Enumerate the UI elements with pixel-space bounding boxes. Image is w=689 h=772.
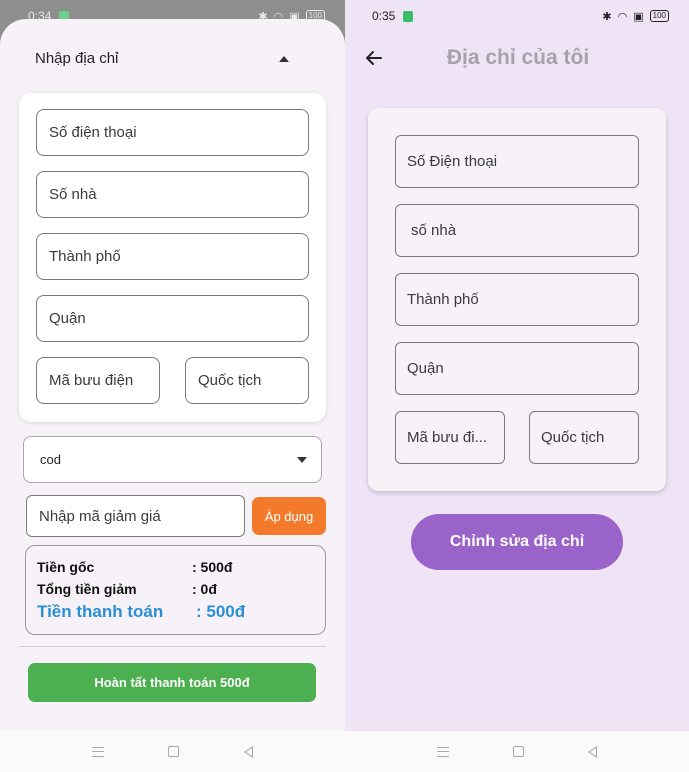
discount-label: Tổng tiền giảm: [37, 581, 137, 597]
city-input[interactable]: Thành phố: [36, 233, 309, 280]
sim-icon: ▣: [633, 10, 644, 23]
status-bar: 0:35 ✱ ◠ ▣ 100: [345, 0, 689, 32]
phone-input[interactable]: Số điện thoại: [36, 109, 309, 156]
address-form-card: Số điện thoại Số nhà Thành phố Quận Mã b…: [19, 93, 326, 422]
country-input[interactable]: Quốc tịch: [185, 357, 309, 404]
payment-summary: Tiền gốc : 500đ Tổng tiền giảm : 0đ Tiền…: [25, 545, 326, 635]
app-notification-icon: [403, 10, 414, 22]
phone-field[interactable]: Số Điện thoại: [395, 135, 639, 188]
total-value: : 500đ: [196, 602, 246, 621]
page-title: Địa chỉ của tôi: [446, 46, 590, 69]
status-icons: ✱ ◠ ▣ 100: [602, 10, 669, 23]
divider: [19, 646, 326, 647]
original-price-value: : 500đ: [192, 559, 233, 575]
apply-promo-button[interactable]: Áp dụng: [252, 497, 326, 535]
screenshot-root: 0:34 ✱ ◠ ▣ 100 Nhập địa chỉ Số điện thoạ…: [0, 0, 689, 772]
back-icon[interactable]: [243, 745, 253, 758]
dropdown-arrow-icon: [297, 456, 307, 463]
city-field[interactable]: Thành phố: [395, 273, 639, 326]
district-field[interactable]: Quận: [395, 342, 639, 395]
wifi-icon: ◠: [617, 10, 628, 23]
postal-code-input[interactable]: Mã bưu điện: [36, 357, 160, 404]
system-nav-bar: [0, 731, 345, 772]
discount-value: : 0đ: [192, 581, 217, 597]
total-label: Tiền thanh toán: [37, 602, 164, 621]
bluetooth-icon: ✱: [602, 10, 612, 23]
payment-method-value: cod: [40, 452, 61, 467]
system-nav-bar: [345, 731, 689, 772]
recent-apps-icon[interactable]: [92, 746, 105, 757]
complete-payment-button[interactable]: Hoàn tất thanh toán 500đ: [28, 663, 316, 702]
status-time: 0:35: [372, 9, 396, 23]
payment-method-select[interactable]: cod: [23, 436, 322, 483]
home-icon[interactable]: [513, 746, 524, 757]
district-input[interactable]: Quận: [36, 295, 309, 342]
address-card: Số Điện thoại số nhà Thành phố Quận Mã b…: [368, 108, 666, 491]
house-number-input[interactable]: Số nhà: [36, 171, 309, 218]
house-number-field[interactable]: số nhà: [395, 204, 639, 257]
address-section-title: Nhập địa chỉ: [35, 50, 119, 67]
back-icon[interactable]: [588, 745, 597, 758]
home-icon[interactable]: [168, 746, 180, 757]
edit-address-button[interactable]: Chỉnh sửa địa chỉ: [411, 514, 623, 570]
right-phone: 0:35 ✱ ◠ ▣ 100 Địa chỉ của tôi Số Điện t…: [345, 0, 689, 772]
country-field[interactable]: Quốc tịch: [529, 411, 639, 464]
postal-code-field[interactable]: Mã bưu đi...: [395, 411, 505, 464]
address-section-header[interactable]: Nhập địa chỉ: [35, 50, 289, 67]
promo-code-input[interactable]: Nhập mã giảm giá: [26, 495, 245, 537]
original-price-label: Tiền gốc: [37, 559, 95, 575]
battery-icon: 100: [649, 10, 669, 22]
recent-apps-icon[interactable]: [437, 746, 449, 757]
collapse-caret-icon[interactable]: [279, 55, 289, 62]
left-phone: 0:34 ✱ ◠ ▣ 100 Nhập địa chỉ Số điện thoạ…: [0, 0, 345, 772]
